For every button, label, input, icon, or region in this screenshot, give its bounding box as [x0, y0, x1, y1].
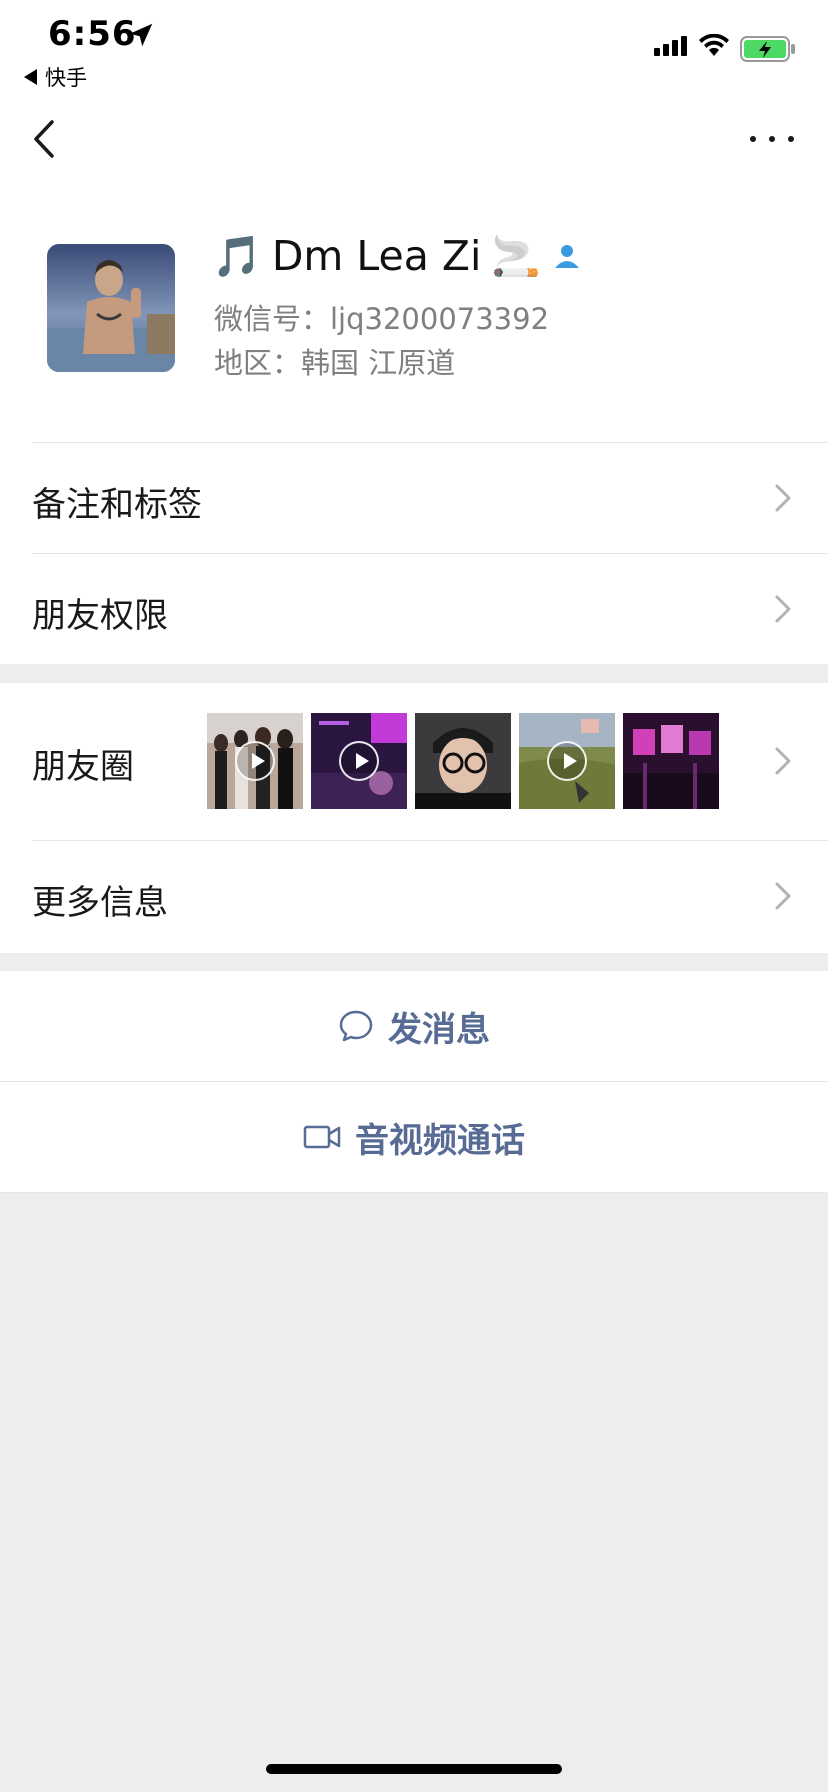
more-info-label: 更多信息 — [32, 883, 168, 923]
send-message-button[interactable]: 发消息 — [0, 971, 828, 1081]
region: 地区：韩国 江原道 — [214, 346, 456, 380]
moments-section: 朋友圈 更多信息 — [0, 683, 828, 953]
chevron-right-icon — [775, 747, 791, 775]
remarks-tags-label: 备注和标签 — [32, 485, 202, 525]
play-icon — [339, 741, 379, 781]
moments-thumbnail[interactable] — [207, 713, 303, 809]
moments-thumbnail[interactable] — [519, 713, 615, 809]
chevron-right-icon — [775, 484, 791, 512]
avatar[interactable] — [47, 244, 175, 372]
wechat-id: 微信号：ljq3200073392 — [214, 302, 550, 336]
wifi-icon — [699, 34, 729, 56]
chat-bubble-icon — [339, 1010, 373, 1042]
cigarette-icon: 🚬 — [491, 233, 542, 280]
profile-name: Dm Lea Zi — [271, 232, 482, 280]
moments-thumbnail[interactable] — [311, 713, 407, 809]
contact-person-icon — [555, 245, 580, 268]
home-indicator[interactable] — [266, 1764, 562, 1774]
cellular-signal-icon — [654, 36, 687, 56]
friend-permissions-label: 朋友权限 — [32, 596, 168, 636]
chevron-right-icon — [775, 882, 791, 910]
contact-profile-page: 6:56 快手 🎵 Dm Lea Zi 🚬 微信号：ljq3200073392 … — [0, 0, 828, 1792]
friend-permissions-row[interactable]: 朋友权限 — [0, 554, 828, 664]
back-app-label: 快手 — [45, 66, 87, 90]
battery-charging-icon — [740, 36, 795, 62]
status-time: 6:56 — [48, 14, 137, 54]
play-icon — [235, 741, 275, 781]
back-chevron-icon[interactable] — [30, 118, 60, 160]
moments-thumbnail[interactable] — [415, 713, 511, 809]
video-camera-icon — [303, 1125, 341, 1149]
back-triangle-icon — [24, 69, 37, 85]
moments-row[interactable]: 朋友圈 — [0, 683, 828, 840]
remarks-tags-row[interactable]: 备注和标签 — [0, 443, 828, 553]
location-arrow-icon — [129, 23, 153, 47]
av-call-label: 音视频通话 — [355, 1120, 525, 1161]
more-options-button[interactable] — [750, 132, 794, 146]
play-icon — [547, 741, 587, 781]
back-to-app-link[interactable]: 快手 — [24, 62, 87, 92]
send-message-label: 发消息 — [388, 1009, 490, 1050]
chevron-right-icon — [775, 595, 791, 623]
divider — [0, 1192, 828, 1193]
moments-thumbnails — [207, 713, 719, 809]
moments-label: 朋友圈 — [32, 747, 134, 787]
profile-name-row: 🎵 Dm Lea Zi 🚬 — [212, 232, 583, 280]
music-note-icon: 🎵 — [212, 233, 262, 280]
moments-thumbnail[interactable] — [623, 713, 719, 809]
av-call-button[interactable]: 音视频通话 — [0, 1082, 828, 1192]
more-info-row[interactable]: 更多信息 — [0, 841, 828, 953]
